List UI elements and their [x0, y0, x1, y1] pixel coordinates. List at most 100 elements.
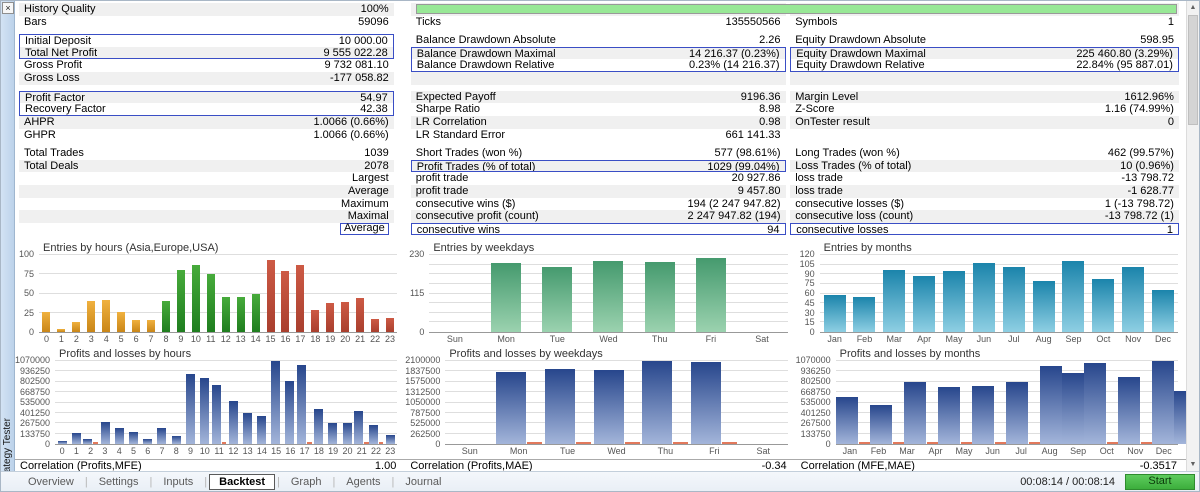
x-tick-label: 17: [298, 446, 312, 459]
bar: [229, 401, 238, 444]
x-tick-label: 5: [126, 446, 140, 459]
bar: [824, 295, 846, 332]
loss-bar: [995, 442, 1006, 444]
stat-row: Long Trades (won %)462 (99.57%): [790, 147, 1179, 160]
stat-value: 20 927.86: [732, 172, 781, 185]
tab-overview[interactable]: Overview: [19, 474, 83, 490]
stat-value: 194 (2 247 947.82): [688, 198, 781, 211]
bar: [281, 271, 289, 332]
x-tick-label: Aug: [1029, 334, 1059, 347]
y-tick-label: 802500: [20, 377, 50, 386]
bar: [222, 297, 230, 332]
x-tick-label: 13: [233, 334, 248, 347]
stat-row: Equity Drawdown Maximal225 460.80 (3.29%…: [790, 47, 1179, 60]
y-tick-label: 787500: [410, 409, 440, 418]
stat-row: Total Deals2078: [19, 160, 394, 173]
x-tick-label: 19: [326, 446, 340, 459]
y-tick-label: 115: [410, 289, 424, 298]
stat-value: 2.26: [759, 34, 780, 47]
loss-bar: [1029, 442, 1040, 444]
tab-backtest[interactable]: Backtest: [209, 474, 275, 490]
bar: [853, 297, 875, 332]
x-tick-label: 3: [98, 446, 112, 459]
stat-row: Balance Drawdown Absolute 2.26: [411, 34, 786, 47]
stats-column-right: Symbols1Equity Drawdown Absolute598.95Eq…: [790, 3, 1179, 239]
stat-label: GHPR: [24, 129, 56, 142]
bar: [102, 300, 110, 332]
stat-label: Equity Drawdown Maximal: [796, 48, 926, 60]
bar: [371, 319, 379, 332]
stat-label: loss trade: [795, 172, 843, 185]
stat-value: 100%: [361, 3, 389, 16]
y-tick-label: 120: [800, 250, 815, 259]
tab-graph[interactable]: Graph: [282, 474, 331, 490]
x-tick-label: 4: [99, 334, 114, 347]
bar: [1003, 267, 1025, 332]
stat-value: -13 798.72 (1): [1105, 210, 1174, 223]
bar: [545, 369, 575, 444]
x-tick-label: 14: [255, 446, 269, 459]
scrollbar-thumb[interactable]: [1188, 15, 1198, 125]
bar: [177, 270, 185, 332]
bar: [162, 301, 170, 332]
stat-label: consecutive losses: [796, 224, 888, 235]
vertical-scrollbar[interactable]: ▲ ▼: [1186, 1, 1199, 471]
x-tick-label: 6: [129, 334, 144, 347]
stat-row: Average: [19, 185, 394, 198]
tab-settings[interactable]: Settings: [90, 474, 148, 490]
x-tick-label: 7: [155, 446, 169, 459]
stat-row: Margin Level1612.96%: [790, 91, 1179, 104]
stat-row: Equity Drawdown Absolute598.95: [790, 34, 1179, 47]
y-tick-label: 90: [805, 270, 815, 279]
stat-row: GHPR1.0066 (0.66%): [19, 129, 394, 142]
stat-row: Balance Drawdown Relative 0.23% (14 216.3…: [411, 59, 786, 72]
stat-label: Profit Factor: [25, 92, 85, 104]
x-tick-label: 15: [269, 446, 283, 459]
x-tick-label: 16: [278, 334, 293, 347]
start-button[interactable]: Start: [1125, 474, 1195, 490]
stat-label: Balance Drawdown Relative: [417, 59, 555, 71]
stat-row: consecutive losses ($)1 (-13 798.72): [790, 198, 1179, 211]
stat-value: Average: [348, 185, 389, 198]
stat-value: 1: [1167, 224, 1173, 235]
stat-label: Loss Trades (% of total): [795, 160, 911, 173]
stat-label: Z-Score: [795, 103, 834, 116]
tab-agents[interactable]: Agents: [337, 474, 389, 490]
bar: [943, 271, 965, 332]
stat-value: 0.23% (14 216.37): [689, 59, 780, 71]
tab-inputs[interactable]: Inputs: [154, 474, 202, 490]
y-tick-label: 1070000: [796, 356, 831, 365]
close-icon[interactable]: ×: [2, 2, 14, 14]
chart-title: Profits and losses by weekdays: [449, 348, 602, 360]
bar: [257, 416, 266, 444]
stat-row: OnTester result0: [790, 116, 1179, 129]
bar: [42, 312, 50, 332]
stat-label: Balance Drawdown Absolute: [416, 34, 556, 47]
x-tick-label: Mon: [481, 334, 532, 347]
y-tick-label: 1050000: [405, 398, 440, 407]
bar: [267, 260, 275, 332]
panel-side-strip: × Strategy Tester: [1, 1, 15, 491]
loss-bar: [625, 442, 640, 444]
x-tick-label: 22: [368, 334, 383, 347]
scroll-up-icon[interactable]: ▲: [1187, 1, 1199, 14]
stat-value: Maximal: [348, 210, 389, 223]
stat-label: Equity Drawdown Absolute: [795, 34, 926, 47]
x-tick-label: 17: [293, 334, 308, 347]
stat-row: Profit Factor54.97: [19, 91, 394, 104]
y-tick-label: 0: [419, 328, 424, 337]
bar: [973, 263, 995, 332]
stat-label: consecutive wins ($): [416, 198, 516, 211]
stat-label: Expected Payoff: [416, 91, 496, 104]
stat-label: Total Deals: [24, 160, 78, 173]
stat-label: Gross Profit: [24, 59, 82, 72]
stat-label: Profit Trades (% of total): [417, 161, 536, 172]
scroll-down-icon[interactable]: ▼: [1187, 458, 1199, 471]
y-tick-label: 1070000: [15, 356, 50, 365]
x-tick-label: 9: [173, 334, 188, 347]
stat-label: Total Net Profit: [25, 47, 97, 59]
bar: [1152, 361, 1174, 444]
stat-value: Maximum: [341, 198, 389, 211]
stat-label: profit trade: [416, 172, 469, 185]
tab-journal[interactable]: Journal: [396, 474, 450, 490]
